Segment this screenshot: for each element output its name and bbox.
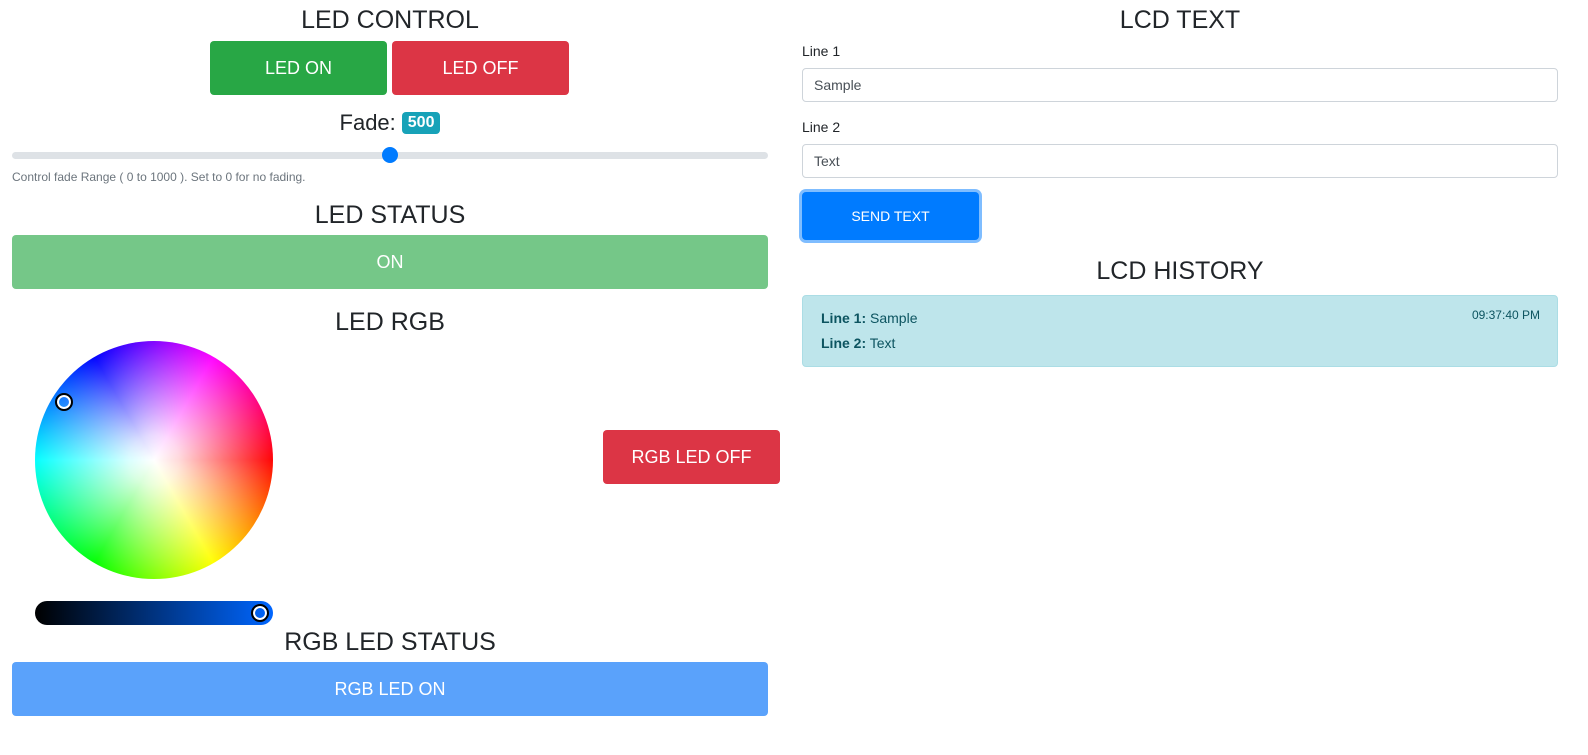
- history-line2-value: Text: [869, 335, 896, 351]
- led-status-indicator: ON: [12, 235, 768, 289]
- rgb-status-indicator: RGB LED ON: [12, 662, 768, 716]
- color-wheel-handle[interactable]: [55, 393, 73, 411]
- history-timestamp: 09:37:40 PM: [1471, 308, 1540, 322]
- brightness-slider-handle[interactable]: [251, 604, 269, 622]
- fade-slider-thumb[interactable]: [382, 147, 398, 163]
- history-line1-label: Line 1:: [821, 310, 867, 326]
- led-on-button[interactable]: LED ON: [210, 41, 387, 95]
- lcd-history-title: LCD HISTORY: [1096, 257, 1264, 285]
- fade-label: Fade:: [339, 110, 396, 135]
- rgb-status-title: RGB LED STATUS: [284, 628, 496, 656]
- history-entry: Line 1: Sample Line 2: Text 09:37:40 PM: [802, 295, 1558, 367]
- fade-value-badge: 500: [401, 112, 441, 134]
- fade-help-text: Control fade Range ( 0 to 1000 ). Set to…: [12, 170, 306, 184]
- line2-label: Line 2: [802, 119, 841, 135]
- brightness-slider[interactable]: [35, 601, 273, 625]
- led-off-button[interactable]: LED OFF: [392, 41, 569, 95]
- line2-input[interactable]: Text: [802, 144, 1558, 178]
- line1-input[interactable]: Sample: [802, 68, 1558, 102]
- history-line2-label: Line 2:: [821, 335, 867, 351]
- led-control-title: LED CONTROL: [301, 6, 479, 34]
- send-text-button[interactable]: SEND TEXT: [802, 192, 979, 240]
- lcd-text-title: LCD TEXT: [1119, 6, 1241, 34]
- led-status-title: LED STATUS: [314, 201, 466, 229]
- history-line2: Line 2: Text: [821, 335, 895, 351]
- line1-label: Line 1: [802, 43, 841, 59]
- rgb-led-off-button[interactable]: RGB LED OFF: [603, 430, 780, 484]
- led-rgb-title: LED RGB: [335, 308, 445, 336]
- history-line1-value: Sample: [870, 310, 918, 326]
- fade-heading: Fade: 500: [12, 109, 768, 137]
- color-wheel-saturation: [35, 341, 273, 579]
- history-line1: Line 1: Sample: [821, 310, 917, 326]
